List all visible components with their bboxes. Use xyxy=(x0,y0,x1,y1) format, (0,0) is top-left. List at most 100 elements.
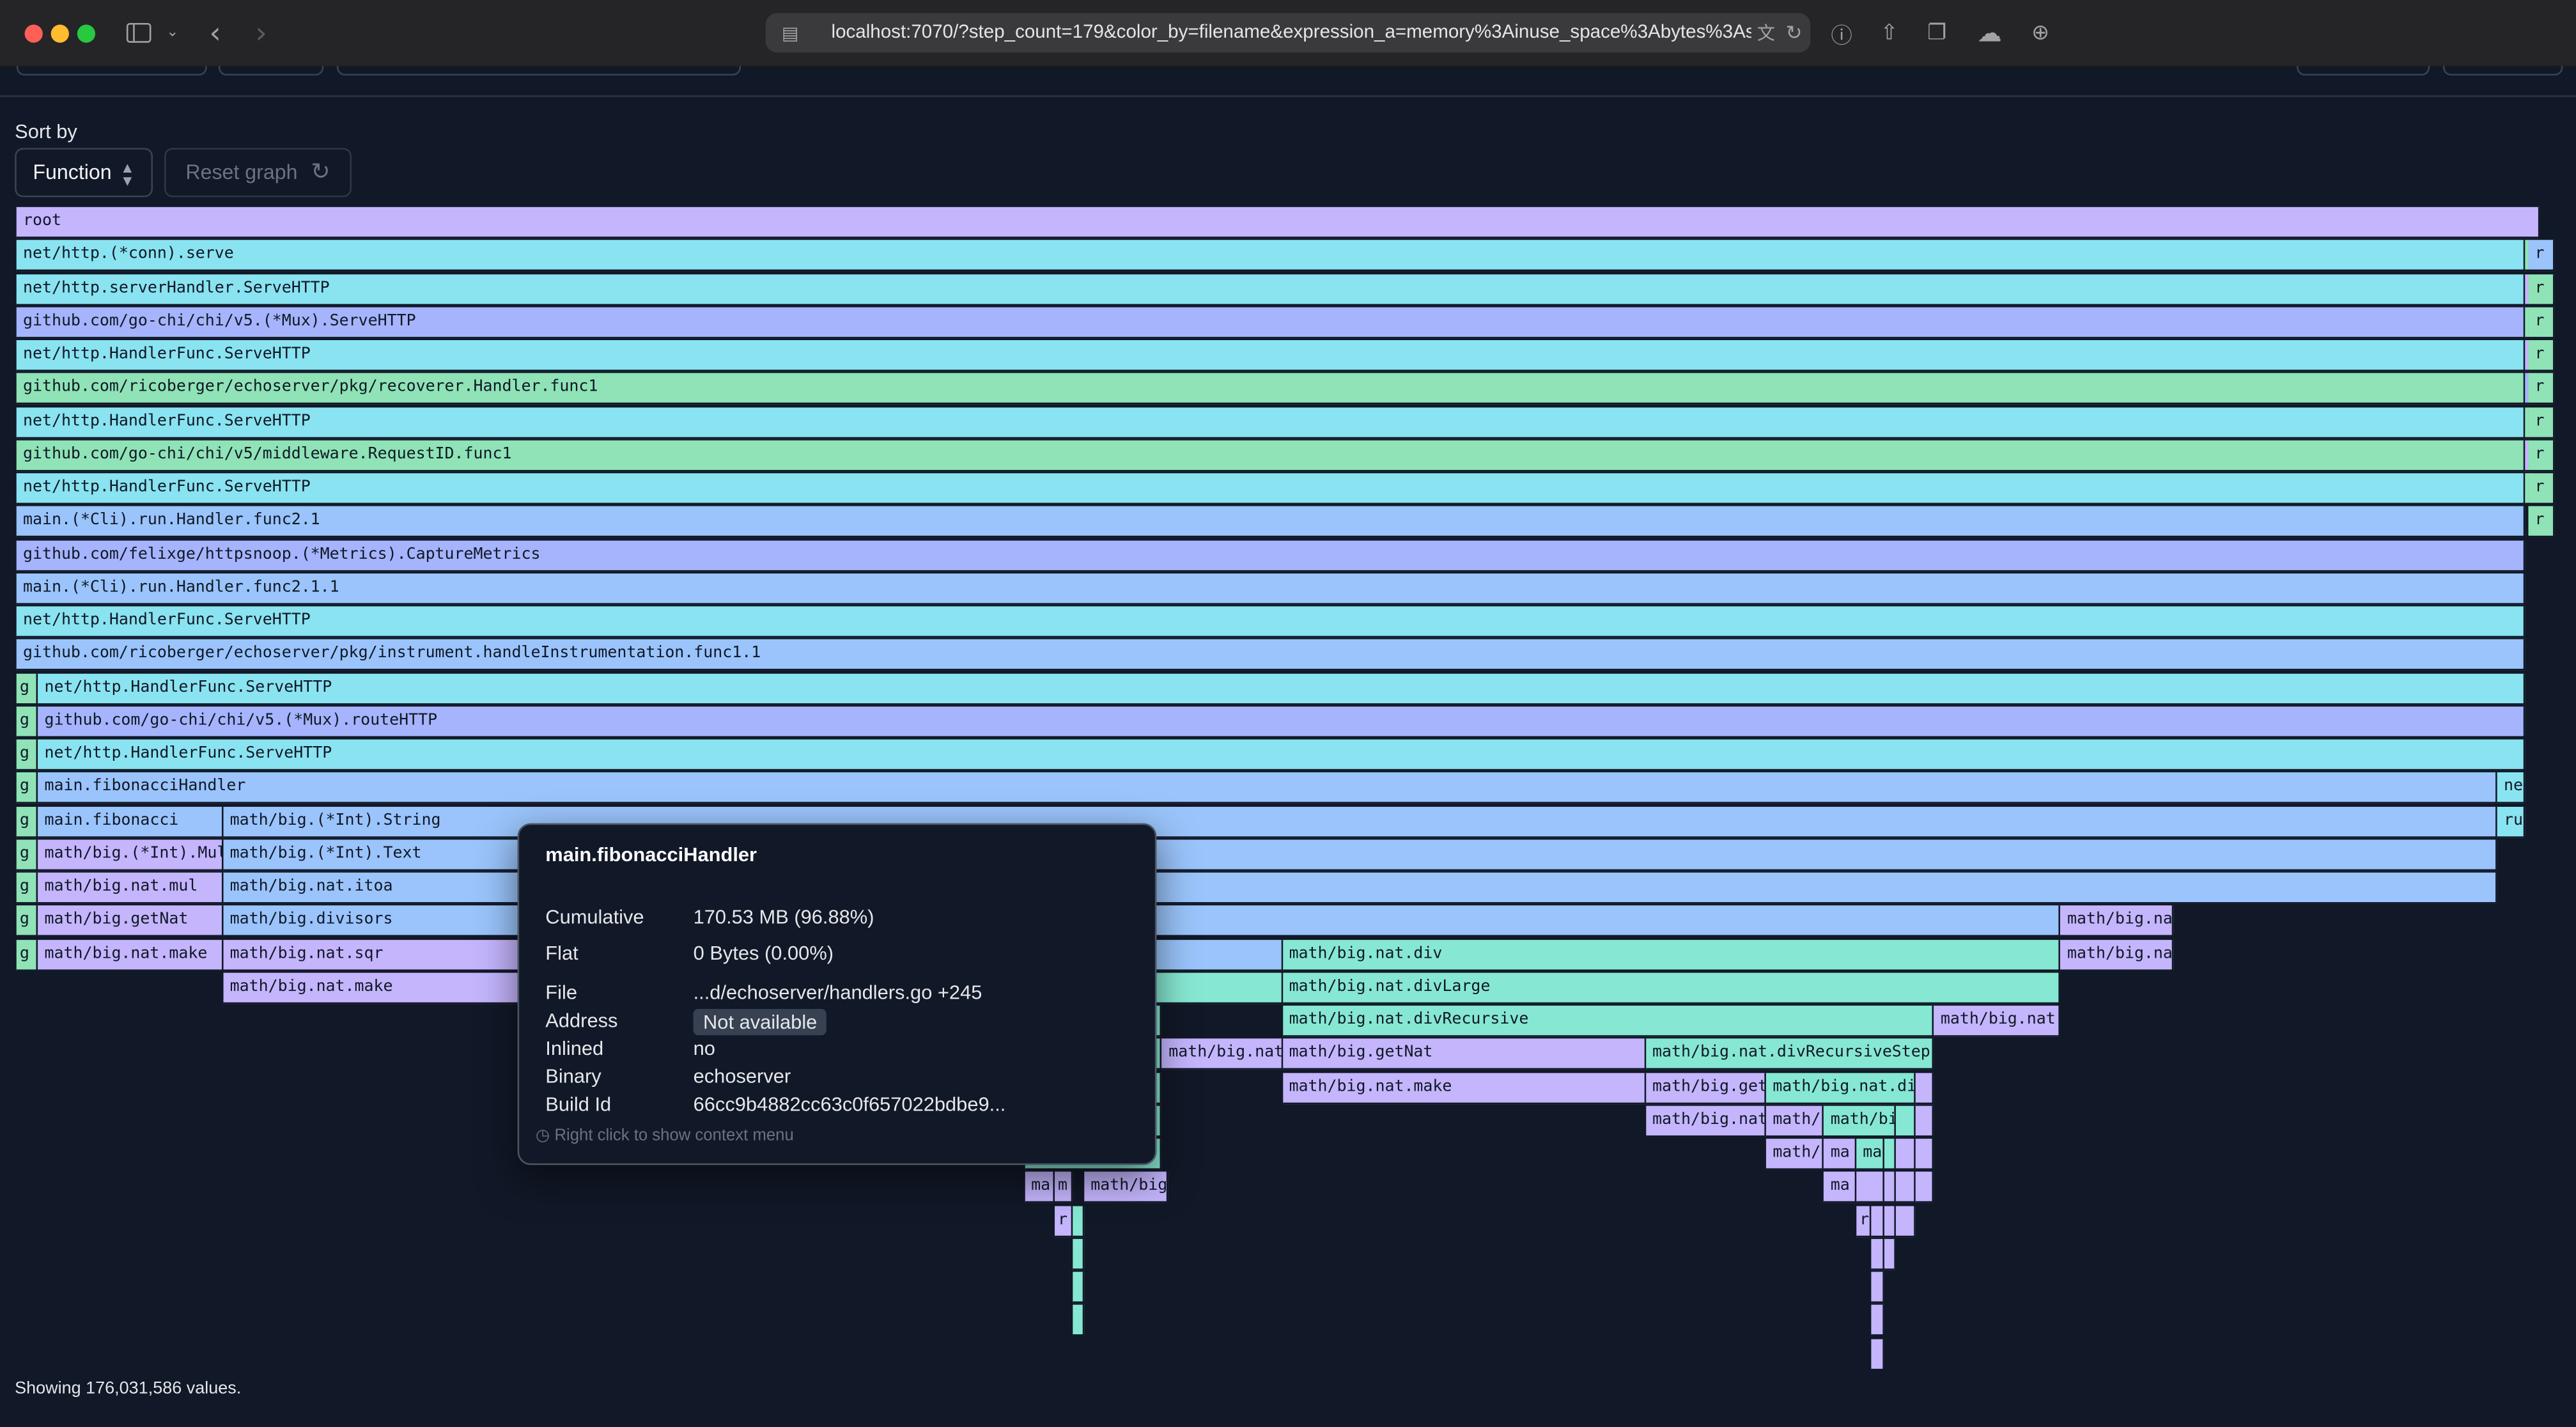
info-icon[interactable]: ⓘ xyxy=(1827,17,1856,49)
sort-by-select[interactable]: Function ▲ ▼ xyxy=(15,148,153,198)
flame-frame[interactable]: ma xyxy=(1824,1172,1856,1203)
flame-frame[interactable]: ne xyxy=(2497,772,2526,804)
header-control-ghost[interactable] xyxy=(336,65,741,76)
flame-frame[interactable]: g xyxy=(16,673,38,705)
flame-frame[interactable]: github.com/ricoberger/echoserver/pkg/ins… xyxy=(16,639,2526,671)
flame-frame[interactable]: ma xyxy=(1824,1139,1856,1170)
flame-frame[interactable] xyxy=(1871,1338,1884,1370)
flame-frame[interactable]: math/big.nat.div xyxy=(1282,939,2061,971)
flame-frame[interactable] xyxy=(1914,1072,1934,1103)
flame-frame[interactable]: g xyxy=(16,806,38,838)
flame-frame[interactable] xyxy=(1895,1205,1915,1237)
flame-frame[interactable] xyxy=(1073,1238,1084,1270)
flame-frame[interactable] xyxy=(1073,1205,1084,1237)
flame-frame[interactable]: net/http.HandlerFunc.ServeHTTP xyxy=(16,606,2526,638)
flame-frame[interactable] xyxy=(1856,1172,1884,1203)
chevron-down-icon[interactable]: ⌄ xyxy=(162,17,182,49)
flame-frame[interactable]: math/big.nat xyxy=(1161,1038,1283,1070)
flame-frame[interactable]: math/big.nat xyxy=(2060,939,2174,971)
flame-frame[interactable] xyxy=(1871,1205,1884,1237)
flame-frame[interactable]: ru xyxy=(2497,806,2526,838)
flame-frame[interactable]: math/big.nat.make xyxy=(38,939,224,971)
flame-frame[interactable]: r xyxy=(2528,506,2556,538)
flame-frame[interactable]: r xyxy=(2528,407,2556,438)
reload-icon[interactable]: ↻ xyxy=(1783,17,1806,49)
flame-frame[interactable]: r xyxy=(2528,473,2556,505)
flame-frame[interactable]: math/big.nat.div xyxy=(1766,1072,1915,1103)
flame-frame[interactable]: main.fibonacciHandler xyxy=(38,772,2497,804)
flame-frame[interactable]: main.(*Cli).run.Handler.func2.1.1 xyxy=(16,573,2526,605)
flame-frame[interactable]: math/ xyxy=(1766,1139,1824,1170)
flame-frame[interactable]: ma xyxy=(1024,1172,1055,1203)
flame-frame[interactable]: g xyxy=(16,872,38,904)
minimize-window-button[interactable] xyxy=(50,24,69,43)
reset-graph-button[interactable]: Reset graph ↻ xyxy=(164,148,352,198)
flame-frame[interactable]: r xyxy=(2528,340,2556,371)
flame-frame[interactable] xyxy=(1884,1172,1896,1203)
flame-frame[interactable] xyxy=(1073,1272,1084,1304)
flame-frame[interactable]: r xyxy=(2528,273,2556,305)
flame-frame[interactable] xyxy=(1884,1205,1896,1237)
flame-frame[interactable]: net/http.(*conn).serve xyxy=(16,240,2526,272)
flame-frame[interactable]: github.com/go-chi/chi/v5.(*Mux).ServeHTT… xyxy=(16,306,2526,338)
flame-frame[interactable]: math/big.nat.mul xyxy=(38,872,224,904)
translate-icon[interactable]: 文 xyxy=(1755,17,1778,49)
flame-frame[interactable] xyxy=(1914,1172,1934,1203)
flame-frame[interactable] xyxy=(1914,1139,1934,1170)
flame-frame[interactable]: g xyxy=(16,905,38,937)
flame-frame[interactable]: g xyxy=(16,839,38,871)
page-settings-icon[interactable]: ▤ xyxy=(779,17,802,49)
flame-frame[interactable]: math/big xyxy=(1083,1172,1169,1203)
flame-frame[interactable]: r xyxy=(1054,1205,1074,1237)
flame-frame[interactable]: github.com/go-chi/chi/v5.(*Mux).routeHTT… xyxy=(38,706,2526,738)
tabs-overview-icon[interactable]: ❐ xyxy=(1922,17,1951,49)
flame-frame[interactable]: math/big.nat.divLarge xyxy=(1282,972,2061,1004)
flame-frame[interactable]: github.com/go-chi/chi/v5/middleware.Requ… xyxy=(16,440,2526,471)
header-control-ghost[interactable] xyxy=(2297,65,2430,76)
flame-frame[interactable]: ords xyxy=(1024,905,2061,937)
flame-frame[interactable]: r xyxy=(2528,240,2556,272)
close-window-button[interactable] xyxy=(24,24,43,43)
flame-frame[interactable] xyxy=(1871,1305,1884,1337)
flame-frame[interactable] xyxy=(1914,1105,1934,1137)
cloud-icon[interactable]: ☁ xyxy=(1971,17,2008,49)
fullscreen-window-button[interactable] xyxy=(77,24,96,43)
flame-frame[interactable]: math/big.nat.divRecursive xyxy=(1282,1005,1934,1037)
flame-frame[interactable]: math/big.nat xyxy=(1934,1005,2061,1037)
flame-frame[interactable]: math/big.nat xyxy=(2060,905,2174,937)
header-control-ghost[interactable] xyxy=(16,65,207,76)
flame-frame[interactable] xyxy=(1871,1272,1884,1304)
flame-frame[interactable]: github.com/felixge/httpsnoop.(*Metrics).… xyxy=(16,540,2526,572)
flame-frame[interactable] xyxy=(1895,1139,1915,1170)
flame-frame[interactable]: g xyxy=(16,706,38,738)
flame-frame[interactable] xyxy=(1884,1238,1896,1270)
flame-frame[interactable] xyxy=(1884,1139,1896,1170)
flame-frame[interactable]: net/http.HandlerFunc.ServeHTTP xyxy=(38,673,2526,705)
flame-frame[interactable]: math/big.nat xyxy=(1645,1105,1767,1137)
flame-frame[interactable]: main.(*Cli).run.Handler.func2.1 xyxy=(16,506,2526,538)
flame-frame[interactable]: math/big.getNat xyxy=(1282,1038,1646,1070)
flame-frame[interactable] xyxy=(1895,1172,1915,1203)
flame-frame[interactable]: github.com/ricoberger/echoserver/pkg/rec… xyxy=(16,373,2526,405)
flame-frame[interactable]: m xyxy=(1054,1172,1074,1203)
flame-frame[interactable]: net/http.HandlerFunc.ServeHTTP xyxy=(16,340,2526,371)
flame-frame[interactable]: g xyxy=(16,772,38,804)
flame-frame[interactable]: net/http.HandlerFunc.ServeHTTP xyxy=(38,739,2526,771)
flame-frame[interactable]: math/bi xyxy=(1824,1105,1896,1137)
address-url[interactable]: localhost:7070/?step_count=179&color_by=… xyxy=(831,20,1751,46)
share-icon[interactable]: ⇧ xyxy=(1875,17,1904,49)
flame-frame[interactable]: math/big.nat.make xyxy=(1282,1072,1646,1103)
flame-frame[interactable]: net/http.serverHandler.ServeHTTP xyxy=(16,273,2526,305)
flame-frame[interactable]: math/big.getNat xyxy=(38,905,224,937)
flame-frame[interactable] xyxy=(1895,1105,1915,1137)
back-icon[interactable]: ‹ xyxy=(201,15,230,50)
flame-frame[interactable]: r xyxy=(2528,306,2556,338)
flame-frame[interactable]: r xyxy=(2528,440,2556,471)
sidebar-toggle-icon[interactable] xyxy=(125,17,151,49)
flame-frame[interactable]: r xyxy=(2528,373,2556,405)
flame-frame[interactable] xyxy=(1871,1238,1884,1270)
flame-frame[interactable]: net/http.HandlerFunc.ServeHTTP xyxy=(16,473,2526,505)
flame-frame[interactable] xyxy=(1073,1305,1084,1337)
header-control-ghost[interactable] xyxy=(2442,65,2563,76)
flame-frame[interactable]: main.fibonacci xyxy=(38,806,224,838)
